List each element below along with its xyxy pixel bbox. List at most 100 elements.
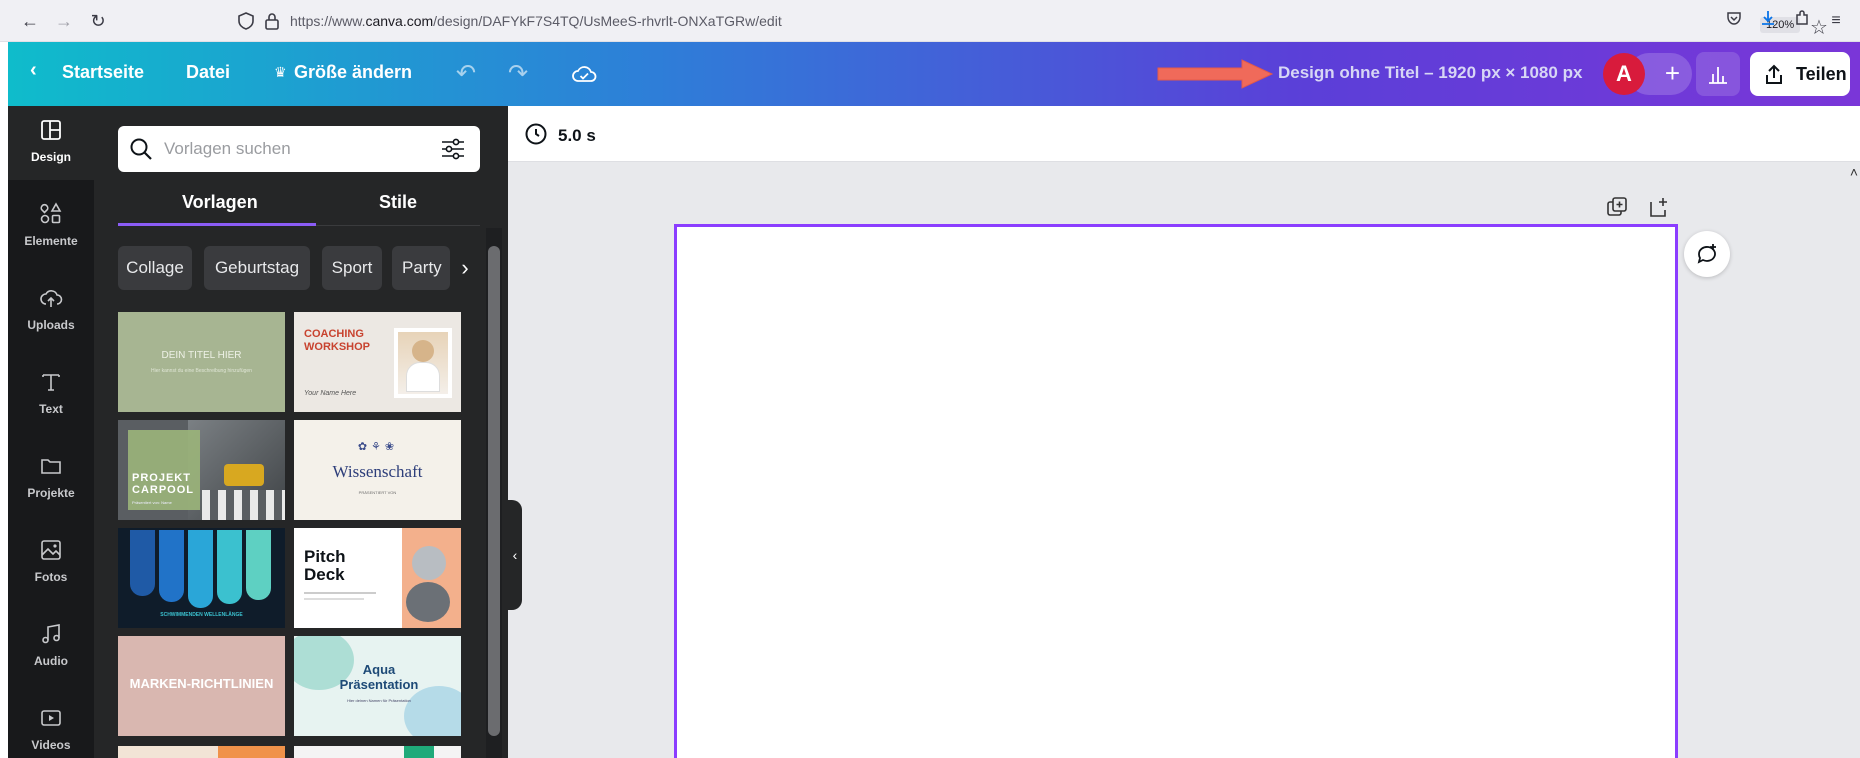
side-navigation: Design Elemente Uploads Text Projekte Fo… <box>8 106 94 758</box>
page-duration[interactable]: 5.0 s <box>558 126 596 146</box>
template-thumbnail[interactable] <box>294 746 461 758</box>
url-domain: canva.com <box>365 13 434 29</box>
template-thumbnail[interactable]: COACHING WORKSHOP Your Name Here <box>294 312 461 412</box>
collapse-panel-button[interactable]: ‹ <box>508 500 522 610</box>
panel-scrollbar-thumb[interactable] <box>488 246 500 736</box>
home-button[interactable]: Startseite <box>62 62 144 83</box>
analytics-button[interactable] <box>1696 52 1740 96</box>
template-title: SCHWIMMENDEN WELLENLÄNGE <box>160 612 243 618</box>
template-thumbnail[interactable]: Pitch Deck <box>294 528 461 628</box>
annotation-arrow-icon <box>1157 59 1274 89</box>
bar-chart-icon <box>1709 67 1727 84</box>
file-menu-button[interactable]: Datei <box>186 62 230 83</box>
image-icon <box>41 540 61 560</box>
undo-icon[interactable]: ↶ <box>452 60 480 88</box>
rail-item-projects[interactable]: Projekte <box>8 442 94 516</box>
rail-label: Text <box>39 402 63 416</box>
rail-item-text[interactable]: Text <box>8 358 94 432</box>
editor-header: ‹ Startseite Datei ♛ Größe ändern ↶ ↷ De… <box>8 42 1860 106</box>
template-thumbnail[interactable]: SCHWIMMENDEN WELLENLÄNGE <box>118 528 285 628</box>
add-comment-button[interactable] <box>1684 231 1730 277</box>
decorative-flowers-icon: ✿⚘❀ <box>357 441 399 453</box>
rail-item-photos[interactable]: Fotos <box>8 526 94 600</box>
template-title: MARKEN-RICHTLINIEN <box>129 676 274 691</box>
page-toolbar: 5.0 s ˄ <box>508 106 1860 180</box>
design-page[interactable] <box>674 224 1678 758</box>
share-upload-icon <box>1766 64 1782 84</box>
folder-icon <box>41 459 61 474</box>
tab-templates[interactable]: Vorlagen <box>182 192 258 213</box>
shield-icon[interactable] <box>236 11 256 31</box>
add-page-icon[interactable] <box>1648 196 1670 218</box>
url-text[interactable]: https://www.canva.com/design/DAFYkF7S4TQ… <box>290 13 782 29</box>
category-chip[interactable]: Party <box>392 246 450 290</box>
avatar[interactable]: A <box>1603 53 1645 95</box>
rail-label: Design <box>30 150 71 164</box>
url-prefix: https://www. <box>290 13 366 29</box>
template-thumbnail[interactable] <box>118 746 285 758</box>
category-chip[interactable]: Collage <box>118 246 192 290</box>
template-thumbnail[interactable]: ✿⚘❀ Wissenschaft PRÄSENTIERT VON <box>294 420 461 520</box>
search-icon <box>130 138 152 160</box>
share-label: Teilen <box>1796 64 1847 84</box>
template-title: Pitch Deck <box>304 547 346 584</box>
layout-icon <box>41 120 61 140</box>
forward-icon[interactable]: → <box>52 9 76 33</box>
template-subtitle: Hier kannst du eine Beschreibung hinzufü… <box>151 368 252 374</box>
rail-item-videos[interactable]: Videos <box>8 694 94 758</box>
rail-item-audio[interactable]: Audio <box>8 610 94 684</box>
music-icon <box>42 624 60 644</box>
template-thumbnail[interactable]: PROJEKT CARPOOL Präsentiert von: Name <box>118 420 285 520</box>
active-tab-indicator <box>118 223 316 226</box>
category-chip[interactable]: Sport <box>322 246 382 290</box>
search-input[interactable] <box>164 134 434 164</box>
redo-icon[interactable]: ↷ <box>504 60 532 88</box>
url-path: /design/DAFYkF7S4TQ/UsMeeS-rhvrlt-ONXaTG… <box>433 13 782 29</box>
chevron-right-icon[interactable]: › <box>450 252 480 284</box>
resize-button[interactable]: Größe ändern <box>294 62 412 83</box>
menu-icon[interactable]: ≡ <box>1824 9 1848 33</box>
rail-label: Fotos <box>34 570 68 584</box>
browser-toolbar: ← → ↻ https://www.canva.com/design/DAFYk… <box>0 0 1860 42</box>
reload-icon[interactable]: ↻ <box>86 9 110 33</box>
rail-label: Elemente <box>24 234 78 248</box>
rail-label: Audio <box>34 654 68 668</box>
rail-label: Uploads <box>27 318 75 332</box>
template-title: Wissenschaft <box>332 462 423 481</box>
chevron-left-icon[interactable]: ‹ <box>30 59 37 82</box>
photo-frame <box>394 328 452 398</box>
rail-item-elements[interactable]: Elemente <box>8 190 94 264</box>
template-subtitle: Hier deinen Namen für Präsentation <box>347 698 411 703</box>
shapes-icon <box>40 202 62 224</box>
pocket-icon[interactable] <box>1722 9 1746 33</box>
template-thumbnail[interactable]: MARKEN-RICHTLINIEN <box>118 636 285 736</box>
rail-item-design[interactable]: Design <box>8 106 94 180</box>
template-thumbnail[interactable]: DEIN TITEL HIER Hier kannst du eine Besc… <box>118 312 285 412</box>
design-title[interactable]: Design ohne Titel – 1920 px × 1080 px <box>1278 63 1582 83</box>
crown-icon: ♛ <box>274 64 287 80</box>
extensions-icon[interactable] <box>1790 9 1814 33</box>
rail-label: Projekte <box>27 486 75 500</box>
share-button[interactable]: Teilen <box>1750 52 1850 96</box>
back-icon[interactable]: ← <box>18 9 42 33</box>
clock-icon[interactable] <box>524 122 548 146</box>
template-subtitle: Your Name Here <box>304 390 357 397</box>
lock-icon[interactable] <box>262 11 282 31</box>
address-bar[interactable]: https://www.canva.com/design/DAFYkF7S4TQ… <box>230 6 1828 39</box>
template-title: Aqua Präsentation <box>339 662 419 692</box>
filter-sliders-icon[interactable] <box>440 137 466 161</box>
template-title: PROJEKT CARPOOL <box>132 472 194 496</box>
download-icon[interactable] <box>1756 9 1780 33</box>
comment-plus-icon <box>1697 244 1716 264</box>
template-search[interactable] <box>118 126 480 172</box>
rail-label: Videos <box>31 738 71 752</box>
template-title: COACHING WORKSHOP <box>304 328 370 353</box>
cloud-upload-icon <box>40 290 63 307</box>
category-chip[interactable]: Geburtstag <box>204 246 310 290</box>
tab-styles[interactable]: Stile <box>379 192 417 213</box>
cloud-saved-icon[interactable] <box>570 60 598 88</box>
template-thumbnail[interactable]: Aqua Präsentation Hier deinen Namen für … <box>294 636 461 736</box>
duplicate-page-icon[interactable] <box>1606 196 1628 218</box>
rail-item-uploads[interactable]: Uploads <box>8 274 94 348</box>
chevron-up-icon[interactable]: ˄ <box>1850 164 1858 180</box>
